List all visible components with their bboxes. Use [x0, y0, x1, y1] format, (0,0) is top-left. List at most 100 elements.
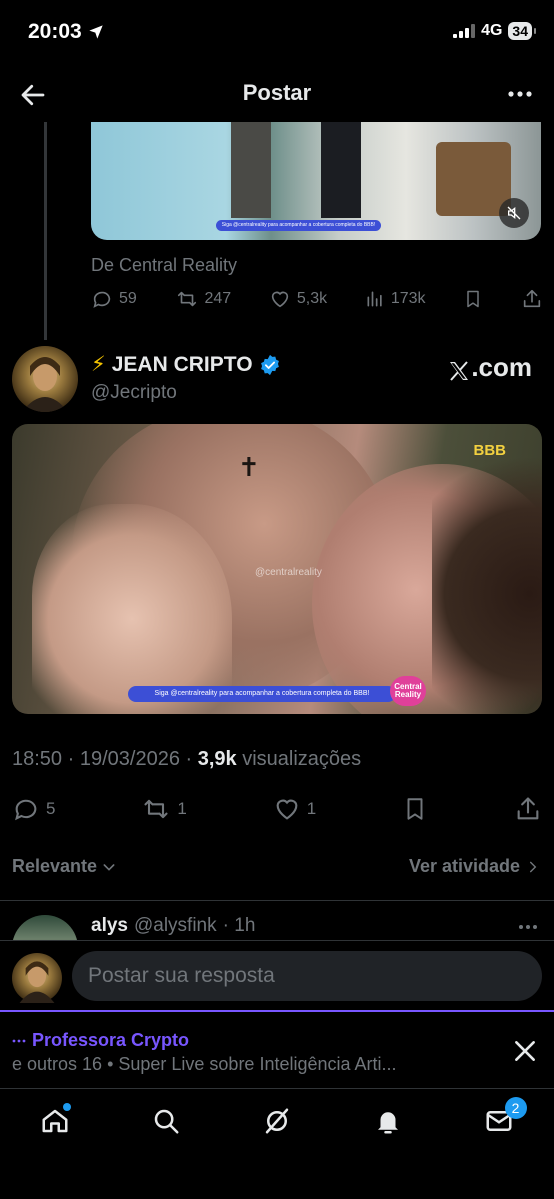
status-time: 20:03 [28, 20, 104, 44]
post-meta: 18:50 · 19/03/2026 · 3,9k visualizações [12, 748, 362, 770]
sort-label: Relevante [12, 856, 98, 876]
analytics-icon [365, 289, 385, 309]
post-image[interactable]: ✝ BBB @centralreality Siga @centralreali… [12, 424, 542, 714]
nav-search[interactable] [146, 1101, 186, 1141]
central-reality-badge: Central Reality [390, 676, 426, 706]
grok-icon [262, 1106, 292, 1136]
bell-icon [373, 1106, 403, 1136]
video-scene-chair [436, 142, 511, 216]
bookmark-icon [402, 795, 428, 823]
spaces-description: e outros 16 • Super Live sobre Inteligên… [12, 1054, 397, 1074]
bottom-nav: 2 [0, 1096, 554, 1146]
live-spaces-bar[interactable]: Professora Crypto e outros 16 • Super Li… [0, 1010, 554, 1088]
reply-time: · 1h [222, 915, 256, 936]
repost-count: 247 [204, 290, 232, 307]
lightning-emoji: ⚡ [91, 353, 106, 376]
battery-level: 34 [512, 23, 528, 39]
mute-icon[interactable] [499, 198, 529, 228]
nav-home[interactable] [35, 1101, 75, 1141]
spaces-host-name: Professora Crypto [32, 1030, 190, 1050]
repost-button[interactable]: 1 [141, 795, 187, 823]
heart-icon [273, 795, 301, 823]
back-arrow-icon[interactable] [18, 80, 48, 110]
signal-icon [453, 24, 476, 38]
repost-icon [175, 288, 199, 310]
nav-messages[interactable]: 2 [479, 1097, 527, 1141]
view-activity-label: Ver atividade [408, 856, 520, 876]
image-banner: Siga @centralreality para acompanhar a c… [128, 686, 396, 702]
reply-count: 5 [46, 799, 56, 818]
post-actions: 5 1 1 [12, 794, 542, 824]
image-watermark: @centralreality [255, 567, 322, 578]
image-hair [432, 454, 542, 714]
bbb-logo: BBB [473, 442, 507, 459]
status-time-text: 20:03 [28, 20, 82, 43]
post-date: 19/03/2026 [79, 748, 180, 770]
bookmark-icon [463, 288, 483, 310]
reply-input[interactable]: Postar sua resposta [72, 951, 542, 1001]
share-icon [521, 288, 543, 310]
live-indicator-icon [12, 1038, 26, 1044]
nav-notifications[interactable] [368, 1101, 408, 1141]
spaces-host: Professora Crypto [12, 1030, 189, 1051]
messages-badge: 2 [504, 1097, 527, 1119]
like-count: 5,3k [296, 290, 328, 307]
reply-icon [12, 795, 40, 823]
cross-tattoo: ✝ [238, 452, 260, 482]
author-handle[interactable]: @Jecripto [91, 382, 177, 404]
sort-dropdown[interactable]: Relevante [12, 856, 117, 877]
status-indicators: 4G 34 [453, 22, 536, 40]
reply-count: 59 [119, 290, 137, 307]
share-button[interactable] [514, 795, 542, 823]
author-name[interactable]: ⚡ JEAN CRIPTO [91, 352, 281, 377]
views-label: visualizações [242, 748, 362, 770]
x-com-label: .com [471, 352, 532, 382]
like-button[interactable]: 1 [273, 795, 316, 823]
divider [0, 900, 554, 901]
more-options-icon[interactable] [504, 78, 536, 110]
page-title: Postar [242, 80, 312, 105]
video-scene-figure [321, 122, 361, 218]
composer-avatar [12, 953, 62, 1003]
reply-author[interactable]: alys @alysfink · 1h [91, 915, 255, 937]
close-icon[interactable] [512, 1038, 538, 1064]
chevron-right-icon [526, 859, 540, 875]
reply-composer: Postar sua resposta [0, 940, 554, 1012]
like-button[interactable]: 5,3k [269, 288, 327, 310]
heart-icon [269, 288, 291, 310]
chevron-down-icon [101, 859, 117, 875]
video-scene-figure [231, 122, 271, 218]
source-credit[interactable]: De Central Reality [91, 255, 237, 276]
x-logo-icon [447, 359, 471, 383]
previous-post-video[interactable]: Siga @centralreality para acompanhar a c… [91, 122, 541, 240]
repost-count: 1 [177, 799, 187, 818]
post-time: 18:50 [12, 748, 63, 770]
author-display-name: JEAN CRIPTO [111, 352, 253, 376]
view-activity-link[interactable]: Ver atividade [409, 856, 540, 877]
views-button[interactable]: 173k [365, 289, 426, 309]
author-avatar[interactable] [12, 346, 78, 412]
share-icon [514, 795, 542, 823]
reply-button[interactable]: 59 [91, 288, 137, 310]
repost-button[interactable]: 247 [175, 288, 232, 310]
network-label: 4G [481, 22, 503, 39]
reply-more-icon[interactable] [514, 916, 542, 938]
like-count: 1 [306, 799, 317, 818]
verified-badge-icon [259, 354, 281, 376]
views-count: 173k [390, 290, 426, 307]
bookmark-button[interactable] [402, 795, 428, 823]
battery-icon: 34 [508, 22, 536, 40]
video-banner: Siga @centralreality para acompanhar a c… [216, 220, 381, 231]
reply-button[interactable]: 5 [12, 795, 55, 823]
reply-handle: @alysfink [133, 915, 217, 936]
reply-icon [91, 288, 113, 310]
bookmark-button[interactable] [463, 288, 483, 310]
search-icon [151, 1106, 181, 1136]
x-com-link[interactable]: .com [447, 352, 532, 383]
views-count[interactable]: 3,9k [198, 748, 237, 770]
share-button[interactable] [521, 288, 543, 310]
divider [0, 1088, 554, 1089]
previous-post-actions: 59 247 5,3k 173k [91, 286, 543, 312]
repost-icon [141, 795, 171, 823]
nav-grok[interactable] [257, 1101, 297, 1141]
